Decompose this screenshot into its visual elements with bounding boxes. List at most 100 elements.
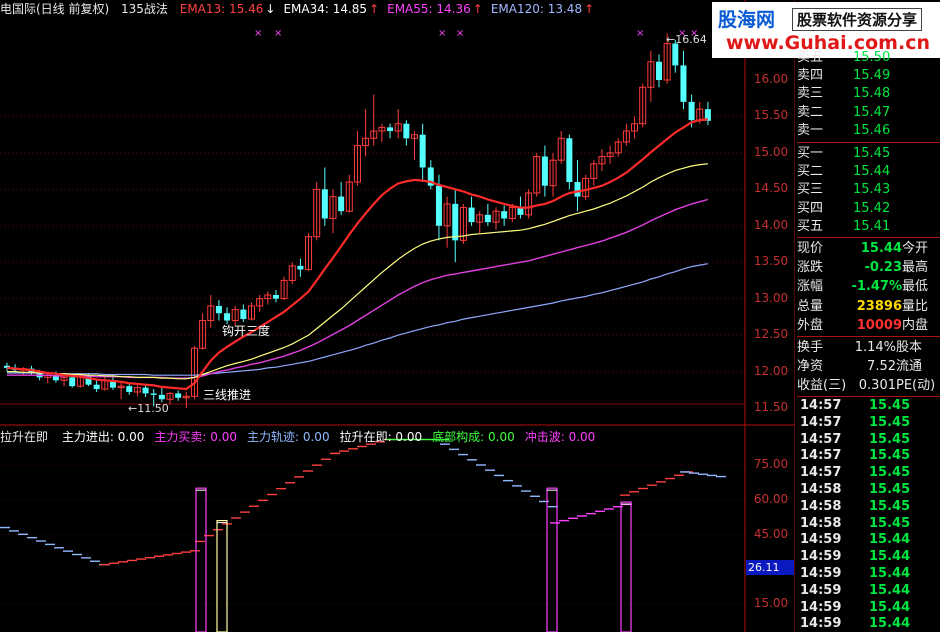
bid-row[interactable]: 买二 15.44 [797,162,940,181]
stats-row[interactable]: 净资 7.52 流通 [797,357,940,376]
ask-label: 卖一 [797,122,824,138]
indicator-value-item: 冲击波: 0.00 [524,430,596,444]
quote-right-label: 今开 [902,241,929,256]
tick-row[interactable]: 14:58 15.45 [797,498,940,515]
indicator-value-item: 主力进出: 0.00 [61,430,145,444]
ask-price: 15.50 [853,50,891,65]
tick-row[interactable]: 14:59 15.44 [797,582,940,599]
quote-row[interactable]: 总量 23896 量比 [797,297,940,316]
ask-row[interactable]: 卖三 15.48 [797,84,940,103]
tick-row[interactable]: 14:57 15.45 [797,414,940,431]
candle-body [672,43,679,66]
ema-legend-item: EMA55: 14.36 [387,2,471,16]
candle-body [435,185,442,226]
candle-body [142,387,149,394]
tick-price: 15.44 [869,599,911,615]
ema120-line [7,263,709,376]
bid-row[interactable]: 买四 15.42 [797,199,940,218]
quote-right-label: 内盘 [902,317,929,333]
bid-row[interactable]: 买五 15.41 [797,217,940,236]
ema34-line [7,163,708,380]
ema-trend-arrow: ↑ [369,2,380,16]
bid-row[interactable]: 买一 15.45 [797,144,940,163]
bid-label: 买四 [797,200,824,216]
stock-terminal: × × × × × × × 电国际(日线 前复权) 135战法 EMA13: 15.46 ↓ E… [0,0,940,632]
candle-body [175,393,182,398]
ema-legend-item: EMA34: 14.85 [283,2,368,16]
ask-row[interactable]: 卖一 15.46 [797,121,940,140]
ask-row[interactable]: 卖二 15.47 [797,103,940,122]
ask-price: 15.46 [853,122,891,138]
tick-price: 15.45 [869,448,911,464]
tick-time: 14:57 [800,431,842,447]
bid-label: 买五 [797,218,824,234]
candle-body [215,305,222,314]
candle-body [93,384,100,390]
ask-price: 15.47 [853,104,891,120]
price-tick-label: 12.50 [753,327,789,342]
tick-row[interactable]: 14:57 15.45 [797,431,940,448]
quote-right-label: 最低 [902,279,929,295]
signal-marker: × [636,28,644,39]
tick-row[interactable]: 14:58 15.45 [797,481,940,498]
candle-body [656,61,662,80]
tick-row[interactable]: 14:59 15.44 [797,565,940,582]
bid-row[interactable]: 买三 15.43 [797,180,940,199]
ask-price: 15.49 [853,68,891,84]
tick-row[interactable]: 14:59 15.44 [797,599,940,616]
indicator-bar [216,519,228,632]
indicator-tick-label: 60.00 [753,491,789,506]
candle-body [150,393,157,395]
quote-row[interactable]: 涨跌 -0.23 最高 [797,258,940,277]
tick-row[interactable]: 14:59 15.44 [797,531,940,548]
tick-price: 15.45 [869,482,911,497]
stats-row[interactable]: 收益(三) 0.301 PE(动) [797,376,940,395]
candle-body [468,207,475,223]
indicator-bar [620,501,632,632]
signal-marker: × [274,28,282,39]
stats-divider [797,336,940,337]
bid-price: 15.45 [853,146,891,161]
candle-body [240,309,247,320]
indicator-bar [195,487,207,632]
indicator-tick-label: 45.00 [753,526,789,541]
tick-time: 14:58 [800,482,842,497]
quote-row[interactable]: 外盘 10009 内盘 [797,316,940,335]
ask-row[interactable]: 卖四 15.49 [797,66,940,85]
chart-canvas[interactable]: × × × × × × × [0,0,795,632]
bid-label: 买一 [797,146,824,161]
tick-row[interactable]: 14:57 15.45 [797,397,940,414]
candle-body [452,203,459,241]
tick-row[interactable]: 14:59 15.44 [797,615,940,632]
tick-row[interactable]: 14:59 15.44 [797,548,940,565]
ask-label: 卖五 [797,50,824,65]
candle-body [387,127,394,132]
signal-marker: × [438,28,446,39]
tick-row[interactable]: 14:57 15.45 [797,464,940,481]
stats-value: 0.301 [858,378,896,393]
stats-row[interactable]: 换手 1.14% 股本 [797,338,940,357]
indicator-tick-label: 75.00 [753,457,789,471]
candle-body [680,65,687,102]
candle-body [484,214,491,223]
indicator-header: 拉升在即 主力进出: 0.00 主力买卖: 0.00 主力轨迹: 0.00 拉升在即:… [0,428,615,445]
tick-time: 14:58 [800,515,842,531]
chart-title: 电国际(日线 前复权) [0,2,110,16]
stats-label: 换手 [797,340,824,355]
ask-row[interactable]: 卖五 15.50 [797,48,940,67]
tick-row[interactable]: 14:57 15.45 [797,447,940,464]
candle-body [541,156,548,186]
tick-row[interactable]: 14:58 15.45 [797,515,940,532]
quote-row[interactable]: 涨幅 -1.47% 最低 [797,277,940,296]
quote-row[interactable]: 现价 15.44 今开 [797,239,940,258]
logo-cn: 股海网 [718,9,776,31]
tick-time: 14:59 [800,599,842,615]
main-chart-header: 电国际(日线 前复权) 135战法 EMA13: 15.46 ↓ EMA34: 14… [0,0,700,16]
price-tick-label: 15.50 [753,108,789,123]
bid-price: 15.44 [853,164,891,180]
bid-price: 15.42 [853,200,891,216]
candle-body [688,101,695,121]
price-tick-label: 13.50 [753,254,789,269]
quote-divider [797,237,940,238]
bid-price: 15.43 [853,182,891,198]
